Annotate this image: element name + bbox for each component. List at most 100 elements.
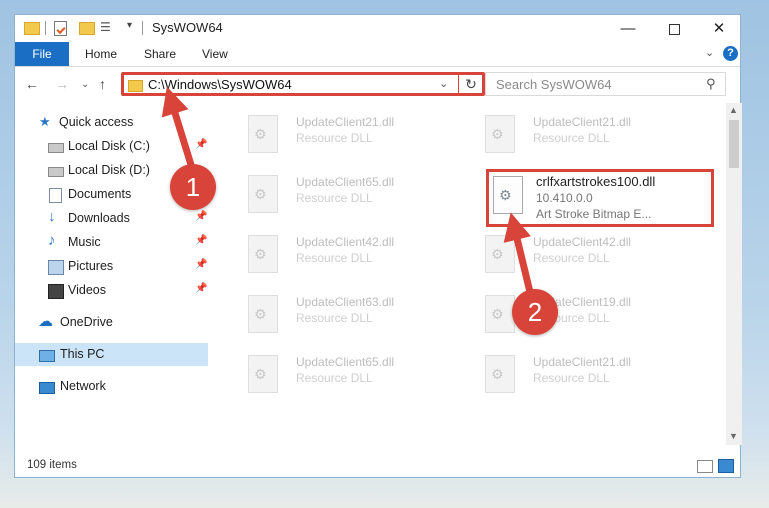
tab-share[interactable]: Share bbox=[144, 42, 176, 66]
pin-icon: 📌 bbox=[195, 283, 208, 294]
sidebar-item-videos[interactable]: Videos 📌 bbox=[15, 279, 208, 302]
address-dropdown-icon[interactable]: ⌄ bbox=[439, 77, 448, 90]
tab-view[interactable]: View bbox=[202, 42, 228, 66]
tab-file[interactable]: File bbox=[15, 42, 69, 66]
dll-file-icon bbox=[485, 115, 515, 153]
help-icon[interactable]: ? bbox=[723, 46, 738, 61]
search-box[interactable]: Search SysWOW64 ⚲ bbox=[485, 72, 726, 96]
sidebar-item-this-pc[interactable]: This PC bbox=[15, 343, 208, 366]
dll-file-icon bbox=[485, 355, 515, 393]
star-icon: ★ bbox=[39, 114, 51, 129]
refresh-button[interactable]: ↻ bbox=[458, 72, 483, 96]
file-description: Resource DLL bbox=[296, 371, 373, 385]
properties-icon[interactable] bbox=[54, 21, 67, 36]
sidebar-item-quick-access[interactable]: ★ Quick access bbox=[15, 111, 208, 134]
sidebar-item-label: Local Disk (C:) bbox=[68, 139, 150, 153]
pin-icon: 📌 bbox=[195, 211, 208, 222]
annotation-marker-2: 2 bbox=[512, 289, 558, 335]
tab-home[interactable]: Home bbox=[85, 42, 117, 66]
file-name: UpdateClient21.dll bbox=[533, 355, 632, 369]
scrollbar-thumb[interactable] bbox=[729, 120, 739, 168]
search-icon[interactable]: ⚲ bbox=[706, 76, 716, 92]
sidebar-item-local-disk-c[interactable]: Local Disk (C:) 📌 bbox=[15, 135, 208, 158]
recent-locations-button[interactable]: ⌄ bbox=[81, 79, 89, 90]
navigation-pane: ★ Quick access Local Disk (C:) 📌 Local D… bbox=[15, 105, 208, 445]
pin-icon: 📌 bbox=[195, 259, 208, 270]
folder-icon bbox=[24, 22, 40, 35]
address-path[interactable]: C:\Windows\SysWOW64 bbox=[148, 77, 292, 92]
file-item[interactable]: UpdateClient42.dll Resource DLL bbox=[471, 229, 701, 285]
expand-ribbon-icon[interactable]: ⌄ bbox=[705, 46, 714, 59]
folder-icon bbox=[128, 80, 143, 92]
sidebar-item-network[interactable]: Network bbox=[15, 375, 208, 398]
sidebar-item-label: Music bbox=[68, 235, 101, 249]
back-button[interactable]: ← bbox=[25, 76, 39, 92]
file-description: Resource DLL bbox=[296, 311, 373, 325]
up-button[interactable]: ↑ bbox=[99, 76, 106, 92]
search-input[interactable]: Search SysWOW64 bbox=[496, 77, 612, 92]
pc-icon bbox=[39, 350, 55, 362]
maximize-button[interactable] bbox=[651, 15, 697, 42]
sidebar-item-pictures[interactable]: Pictures 📌 bbox=[15, 255, 208, 278]
file-description: Resource DLL bbox=[533, 131, 610, 145]
sidebar-item-downloads[interactable]: ↓ Downloads 📌 bbox=[15, 207, 208, 230]
sidebar-item-label: Local Disk (D:) bbox=[68, 163, 150, 177]
file-item[interactable]: UpdateClient63.dll Resource DLL bbox=[234, 289, 464, 345]
file-description: Resource DLL bbox=[533, 371, 610, 385]
file-item[interactable]: UpdateClient19.dll Resource DLL bbox=[471, 289, 701, 345]
dll-file-icon bbox=[248, 235, 278, 273]
sidebar-item-onedrive[interactable]: ☁ OneDrive bbox=[15, 311, 208, 334]
file-name: UpdateClient65.dll bbox=[296, 175, 395, 189]
scroll-up-icon[interactable]: ▲ bbox=[729, 105, 738, 115]
close-button[interactable]: ✕ bbox=[696, 15, 742, 42]
sidebar-item-label: Pictures bbox=[68, 259, 114, 273]
pictures-icon bbox=[48, 260, 64, 275]
file-item[interactable]: UpdateClient21.dll Resource DLL bbox=[471, 109, 701, 165]
dll-file-icon bbox=[493, 176, 523, 214]
sidebar-item-label: OneDrive bbox=[60, 315, 113, 329]
large-icons-view-icon[interactable] bbox=[718, 459, 734, 473]
sidebar-item-music[interactable]: ♪ Music 📌 bbox=[15, 231, 208, 254]
file-item[interactable]: UpdateClient42.dll Resource DLL bbox=[234, 229, 464, 285]
pin-icon: 📌 bbox=[195, 139, 208, 150]
target-dll-file[interactable]: crlfxartstrokes100.dll 10.410.0.0 Art St… bbox=[486, 169, 714, 227]
new-folder-icon[interactable] bbox=[79, 22, 95, 35]
dll-file-icon bbox=[248, 175, 278, 213]
file-description: Resource DLL bbox=[296, 131, 373, 145]
file-version: 10.410.0.0 bbox=[536, 191, 593, 205]
dll-file-icon bbox=[248, 115, 278, 153]
file-description: Resource DLL bbox=[533, 251, 610, 265]
customize-toolbar-icon[interactable]: ▾ bbox=[127, 20, 132, 31]
dll-file-icon bbox=[248, 295, 278, 333]
pin-icon: 📌 bbox=[195, 235, 208, 246]
music-icon: ♪ bbox=[48, 232, 56, 249]
details-view-icon[interactable] bbox=[697, 460, 713, 473]
ribbon: File Home Share View ⌄ ? bbox=[15, 42, 740, 67]
status-bar: 109 items bbox=[15, 455, 740, 477]
sidebar-item-label: Quick access bbox=[59, 115, 134, 129]
forward-button[interactable]: → bbox=[55, 76, 69, 92]
documents-icon bbox=[49, 188, 62, 203]
minimize-button[interactable]: — bbox=[605, 15, 651, 42]
sidebar-item-label: Documents bbox=[68, 187, 132, 201]
scroll-down-icon[interactable]: ▼ bbox=[729, 431, 738, 441]
file-name: UpdateClient21.dll bbox=[296, 115, 395, 129]
quick-access-divider bbox=[45, 21, 46, 35]
sidebar-item-label: Network bbox=[60, 379, 106, 393]
file-item[interactable]: UpdateClient65.dll Resource DLL bbox=[234, 349, 464, 405]
cloud-icon: ☁ bbox=[38, 313, 53, 330]
file-list: UpdateClient21.dll Resource DLL UpdateCl… bbox=[220, 105, 726, 445]
list-icon[interactable]: ☰ bbox=[100, 20, 111, 34]
sidebar-item-label: Videos bbox=[68, 283, 106, 297]
window-title: SysWOW64 bbox=[152, 20, 223, 35]
title-divider bbox=[142, 21, 143, 35]
item-count: 109 items bbox=[27, 459, 77, 471]
file-name: crlfxartstrokes100.dll bbox=[536, 174, 656, 189]
vertical-scrollbar[interactable]: ▲ ▼ bbox=[726, 103, 742, 445]
file-item[interactable]: UpdateClient65.dll Resource DLL bbox=[234, 169, 464, 225]
annotation-marker-1: 1 bbox=[170, 164, 216, 210]
file-item[interactable]: UpdateClient21.dll Resource DLL bbox=[471, 349, 701, 405]
download-icon: ↓ bbox=[48, 208, 56, 225]
address-bar[interactable]: C:\Windows\SysWOW64 ⌄ ↻ bbox=[121, 72, 485, 96]
file-item[interactable]: UpdateClient21.dll Resource DLL bbox=[234, 109, 464, 165]
